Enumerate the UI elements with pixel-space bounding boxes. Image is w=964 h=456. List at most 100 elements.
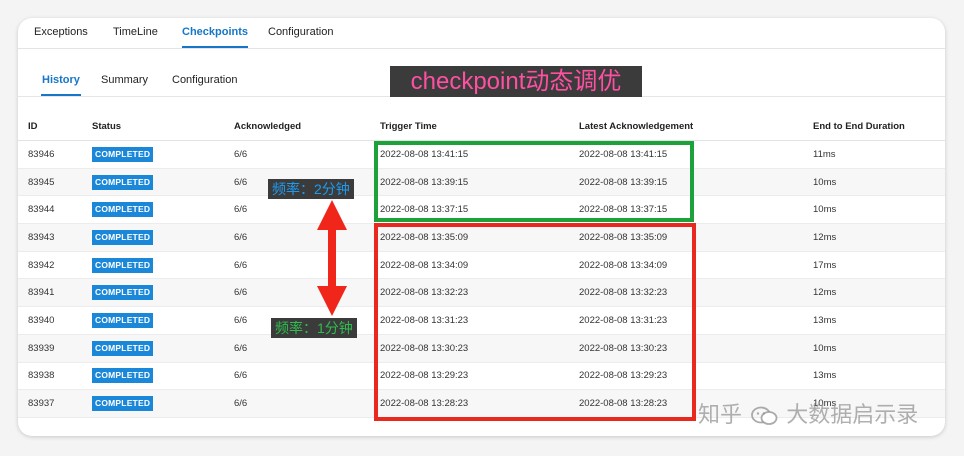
cell-acknowledged: 6/6	[234, 223, 380, 252]
cell-status: COMPLETED	[92, 334, 234, 363]
status-badge: COMPLETED	[92, 312, 154, 328]
cell-latest-acknowledgement: 2022-08-08 13:35:09	[579, 223, 813, 252]
cell-acknowledged: 6/6	[234, 140, 380, 169]
table-row[interactable]: 83942 COMPLETED 6/6 2022-08-08 13:34:09 …	[18, 251, 945, 280]
cell-id: 83945	[18, 168, 92, 197]
status-badge: COMPLETED	[92, 257, 154, 273]
cell-latest-acknowledgement: 2022-08-08 13:29:23	[579, 362, 813, 391]
status-badge: COMPLETED	[92, 174, 154, 190]
cell-acknowledged: 6/6	[234, 389, 380, 418]
cell-trigger-time: 2022-08-08 13:31:23	[380, 306, 579, 335]
cell-status: COMPLETED	[92, 140, 234, 169]
tab-exceptions[interactable]: Exceptions	[34, 25, 88, 39]
cell-id: 83941	[18, 278, 92, 308]
table-row[interactable]: 83939 COMPLETED 6/6 2022-08-08 13:30:23 …	[18, 334, 945, 363]
table-row[interactable]: 83938 COMPLETED 6/6 2022-08-08 13:29:23 …	[18, 362, 945, 391]
cell-status: COMPLETED	[92, 278, 234, 308]
cell-id: 83940	[18, 306, 92, 335]
table-header-row: ID Status Acknowledged Trigger Time Late…	[18, 112, 945, 141]
tab-checkpoints[interactable]: Checkpoints	[182, 25, 249, 48]
cell-id: 83944	[18, 195, 92, 225]
cell-duration: 10ms	[813, 195, 945, 225]
column-header-trigger-time[interactable]: Trigger Time	[380, 112, 579, 141]
cell-id: 83938	[18, 362, 92, 391]
cell-trigger-time: 2022-08-08 13:34:09	[380, 251, 579, 280]
cell-duration: 13ms	[813, 362, 945, 391]
watermark-prefix: 知乎	[698, 402, 743, 427]
cell-duration: 10ms	[813, 334, 945, 363]
table-row[interactable]: 83943 COMPLETED 6/6 2022-08-08 13:35:09 …	[18, 223, 945, 252]
status-badge: COMPLETED	[92, 229, 154, 245]
cell-trigger-time: 2022-08-08 13:30:23	[380, 334, 579, 363]
cell-status: COMPLETED	[92, 362, 234, 391]
checkpoints-panel: Exceptions TimeLine Checkpoints Configur…	[18, 18, 945, 436]
subtab-configuration[interactable]: Configuration	[172, 73, 237, 87]
annotation-title: checkpoint动态调优	[390, 66, 642, 97]
table-row[interactable]: 83941 COMPLETED 6/6 2022-08-08 13:32:23 …	[18, 278, 945, 308]
cell-duration: 12ms	[813, 278, 945, 308]
cell-latest-acknowledgement: 2022-08-08 13:30:23	[579, 334, 813, 363]
tab-timeline[interactable]: TimeLine	[113, 25, 158, 39]
cell-duration: 13ms	[813, 306, 945, 335]
checkpoint-history-table: ID Status Acknowledged Trigger Time Late…	[18, 112, 945, 418]
top-tab-bar: Exceptions TimeLine Checkpoints Configur…	[18, 18, 945, 49]
cell-status: COMPLETED	[92, 223, 234, 252]
cell-acknowledged: 6/6	[234, 334, 380, 363]
column-header-latest-acknowledgement[interactable]: Latest Acknowledgement	[579, 112, 813, 141]
status-badge: COMPLETED	[92, 340, 154, 356]
table-row[interactable]: 83940 COMPLETED 6/6 2022-08-08 13:31:23 …	[18, 306, 945, 335]
cell-trigger-time: 2022-08-08 13:29:23	[380, 362, 579, 391]
status-badge: COMPLETED	[92, 368, 154, 384]
cell-status: COMPLETED	[92, 168, 234, 197]
double-arrow-icon	[317, 200, 347, 316]
cell-id: 83946	[18, 140, 92, 169]
cell-duration: 12ms	[813, 223, 945, 252]
cell-status: COMPLETED	[92, 389, 234, 418]
cell-status: COMPLETED	[92, 251, 234, 280]
cell-duration: 17ms	[813, 251, 945, 280]
cell-id: 83939	[18, 334, 92, 363]
cell-latest-acknowledgement: 2022-08-08 13:31:23	[579, 306, 813, 335]
cell-trigger-time: 2022-08-08 13:37:15	[380, 195, 579, 225]
cell-acknowledged: 6/6	[234, 362, 380, 391]
subtab-history[interactable]: History	[41, 73, 81, 96]
cell-latest-acknowledgement: 2022-08-08 13:32:23	[579, 278, 813, 308]
status-badge: COMPLETED	[92, 396, 154, 412]
cell-latest-acknowledgement: 2022-08-08 13:41:15	[579, 140, 813, 169]
tab-configuration[interactable]: Configuration	[268, 25, 333, 39]
cell-acknowledged: 6/6	[234, 278, 380, 308]
cell-trigger-time: 2022-08-08 13:32:23	[380, 278, 579, 308]
column-header-status[interactable]: Status	[92, 112, 234, 141]
column-header-id[interactable]: ID	[18, 112, 92, 141]
watermark: 知乎 大数据启示录	[698, 398, 943, 432]
subtab-summary[interactable]: Summary	[101, 73, 148, 87]
cell-acknowledged: 6/6	[234, 251, 380, 280]
status-badge: COMPLETED	[92, 202, 154, 218]
status-badge: COMPLETED	[92, 285, 154, 301]
cell-latest-acknowledgement: 2022-08-08 13:34:09	[579, 251, 813, 280]
table-row[interactable]: 83945 COMPLETED 6/6 2022-08-08 13:39:15 …	[18, 168, 945, 197]
cell-trigger-time: 2022-08-08 13:35:09	[380, 223, 579, 252]
cell-duration: 11ms	[813, 140, 945, 169]
cell-latest-acknowledgement: 2022-08-08 13:37:15	[579, 195, 813, 225]
cell-duration: 10ms	[813, 168, 945, 197]
cell-id: 83943	[18, 223, 92, 252]
column-header-end-to-end-duration[interactable]: End to End Duration	[813, 112, 945, 141]
cell-trigger-time: 2022-08-08 13:39:15	[380, 168, 579, 197]
cell-trigger-time: 2022-08-08 13:41:15	[380, 140, 579, 169]
cell-latest-acknowledgement: 2022-08-08 13:39:15	[579, 168, 813, 197]
cell-id: 83942	[18, 251, 92, 280]
table-row[interactable]: 83946 COMPLETED 6/6 2022-08-08 13:41:15 …	[18, 140, 945, 169]
cell-trigger-time: 2022-08-08 13:28:23	[380, 389, 579, 418]
cell-acknowledged: 6/6	[234, 195, 380, 225]
table-row[interactable]: 83944 COMPLETED 6/6 2022-08-08 13:37:15 …	[18, 195, 945, 225]
cell-status: COMPLETED	[92, 195, 234, 225]
annotation-frequency-2min: 频率：2分钟	[268, 179, 354, 199]
watermark-suffix: 大数据启示录	[786, 402, 919, 427]
wechat-logo-icon	[751, 406, 778, 426]
cell-id: 83937	[18, 389, 92, 418]
status-badge: COMPLETED	[92, 146, 154, 162]
column-header-acknowledged[interactable]: Acknowledged	[234, 112, 380, 141]
cell-status: COMPLETED	[92, 306, 234, 335]
annotation-frequency-1min: 频率：1分钟	[271, 318, 357, 338]
